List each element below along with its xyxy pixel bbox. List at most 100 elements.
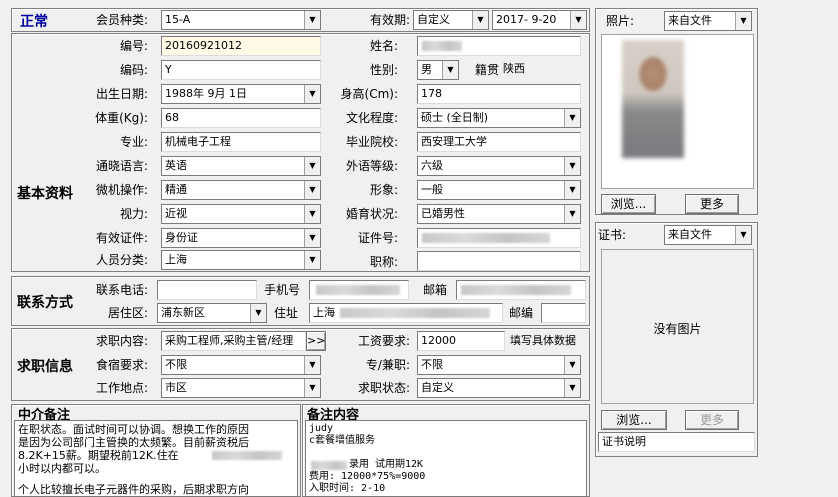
validity-date-picker[interactable]: 2017- 9-20 ▼ (492, 10, 587, 30)
chevron-down-icon[interactable]: ▼ (570, 11, 586, 29)
chevron-down-icon[interactable]: ▼ (304, 11, 320, 29)
chevron-down-icon[interactable]: ▼ (564, 181, 580, 199)
marital-value: 已婚男性 (421, 207, 465, 220)
lang-select[interactable]: 英语 ▼ (161, 156, 321, 176)
remark-text[interactable]: judy c套餐增值服务 录用 试用期12K 费用: 12000*75%=900… (305, 420, 587, 497)
school-label: 毕业院校: (345, 135, 398, 149)
marital-select[interactable]: 已婚男性 ▼ (417, 204, 581, 224)
phone-field[interactable] (157, 280, 257, 300)
code-field[interactable]: Y (161, 60, 321, 80)
person-photo (622, 40, 684, 158)
chevron-down-icon[interactable]: ▼ (564, 109, 580, 127)
chevron-down-icon[interactable]: ▼ (442, 61, 458, 79)
area-label: 居住区: (107, 306, 148, 320)
chevron-down-icon[interactable]: ▼ (564, 379, 580, 397)
weight-field[interactable]: 68 (161, 108, 321, 128)
lang-level-select[interactable]: 六级 ▼ (417, 156, 581, 176)
salary-hint: 填写具体数据 (510, 334, 576, 347)
zip-field[interactable] (541, 303, 586, 323)
jobstatus-value: 自定义 (421, 381, 454, 394)
chevron-down-icon[interactable]: ▼ (304, 181, 320, 199)
member-type-select[interactable]: 15-A ▼ (161, 10, 321, 30)
validity-type-value: 自定义 (417, 13, 450, 26)
photo-source-value: 来自文件 (668, 14, 712, 27)
pc-label: 微机操作: (95, 183, 148, 197)
chevron-down-icon[interactable]: ▼ (564, 205, 580, 223)
major-field[interactable]: 机械电子工程 (161, 132, 321, 152)
place-select[interactable]: 市区 ▼ (161, 378, 321, 398)
remark-line: 录用 试用期12K (309, 459, 583, 471)
remark-line: 入职时间: 2-10 (309, 483, 386, 494)
redacted-name (422, 41, 462, 51)
agent-note-line: 小时以内都可以。 (18, 462, 106, 475)
validity-label: 有效期: (369, 13, 410, 27)
chevron-down-icon[interactable]: ▼ (304, 251, 320, 269)
jobstatus-select[interactable]: 自定义 ▼ (417, 378, 581, 398)
edu-select[interactable]: 硕士 (全日制) ▼ (417, 108, 581, 128)
salary-field[interactable]: 12000 (417, 331, 505, 351)
content-more-button[interactable]: >> (306, 331, 326, 351)
contact-label: 联系方式 (17, 295, 73, 311)
chevron-down-icon[interactable]: ▼ (564, 157, 580, 175)
address-field[interactable]: 上海 (309, 303, 503, 323)
chevron-down-icon[interactable]: ▼ (304, 205, 320, 223)
name-field[interactable] (417, 36, 581, 56)
area-select[interactable]: 浦东新区 ▼ (157, 303, 267, 323)
chevron-down-icon[interactable]: ▼ (735, 12, 751, 30)
category-select[interactable]: 上海 ▼ (161, 250, 321, 270)
status-label: 正常 (20, 14, 48, 30)
id-field[interactable]: 20160921012 (161, 36, 321, 56)
address-value: 上海 (313, 306, 335, 319)
chevron-down-icon[interactable]: ▼ (472, 11, 488, 29)
native-field[interactable]: 陕西 (500, 60, 581, 80)
board-select[interactable]: 不限 ▼ (161, 355, 321, 375)
photo-more-button[interactable]: 更多 (685, 194, 739, 214)
remark-line: judy (309, 423, 334, 434)
photo-source-select[interactable]: 来自文件 ▼ (664, 11, 752, 31)
look-select[interactable]: 一般 ▼ (417, 180, 581, 200)
docno-field[interactable] (417, 228, 581, 248)
parttime-select[interactable]: 不限 ▼ (417, 355, 581, 375)
cert-source-select[interactable]: 来自文件 ▼ (664, 225, 752, 245)
cert-desc-field[interactable]: 证书说明 (598, 432, 755, 452)
content-field[interactable]: 采购工程师,采购主管/经理 (161, 331, 306, 351)
remark-line: 费用: 12000*75%=9000 (309, 471, 426, 482)
agent-note-text[interactable]: 在职状态。面试时间可以协调。想换工作的原因 是因为公司部门主管换的太频繁。目前薪… (14, 420, 298, 497)
phone-label: 联系电话: (95, 283, 148, 297)
chevron-down-icon[interactable]: ▼ (564, 356, 580, 374)
chevron-down-icon[interactable]: ▼ (250, 304, 266, 322)
chevron-down-icon[interactable]: ▼ (304, 229, 320, 247)
mobile-field[interactable] (309, 280, 409, 300)
salary-label: 工资要求: (357, 334, 410, 348)
address-label: 住址 (274, 306, 299, 320)
redacted-mobile (316, 285, 400, 295)
pc-value: 精通 (165, 183, 187, 196)
validity-date-value: 2017- 9-20 (496, 13, 557, 26)
pc-select[interactable]: 精通 ▼ (161, 180, 321, 200)
chevron-down-icon[interactable]: ▼ (304, 157, 320, 175)
cert-browse-button[interactable]: 浏览... (601, 410, 667, 430)
redacted-docno (422, 233, 550, 243)
marital-label: 婚育状况: (345, 207, 398, 221)
school-field[interactable]: 西安理工大学 (417, 132, 581, 152)
look-value: 一般 (421, 183, 443, 196)
vision-select[interactable]: 近视 ▼ (161, 204, 321, 224)
weight-label: 体重(Kg): (95, 111, 148, 125)
chevron-down-icon[interactable]: ▼ (304, 356, 320, 374)
birth-date-picker[interactable]: 1988年 9月 1日 ▼ (161, 84, 321, 104)
chevron-down-icon[interactable]: ▼ (304, 379, 320, 397)
validity-type-select[interactable]: 自定义 ▼ (413, 10, 489, 30)
chevron-down-icon[interactable]: ▼ (304, 85, 320, 103)
jobstatus-label: 求职状态: (357, 381, 410, 395)
email-field[interactable] (456, 280, 586, 300)
name-label: 姓名: (369, 39, 398, 53)
member-type-label: 会员种类: (95, 13, 148, 27)
email-label: 邮箱 (423, 283, 448, 297)
title-field[interactable] (417, 251, 581, 271)
lang-level-value: 六级 (421, 159, 443, 172)
photo-browse-button[interactable]: 浏览... (601, 194, 656, 214)
gender-select[interactable]: 男 ▼ (417, 60, 459, 80)
doc-select[interactable]: 身份证 ▼ (161, 228, 321, 248)
chevron-down-icon[interactable]: ▼ (735, 226, 751, 244)
height-field[interactable]: 178 (417, 84, 581, 104)
